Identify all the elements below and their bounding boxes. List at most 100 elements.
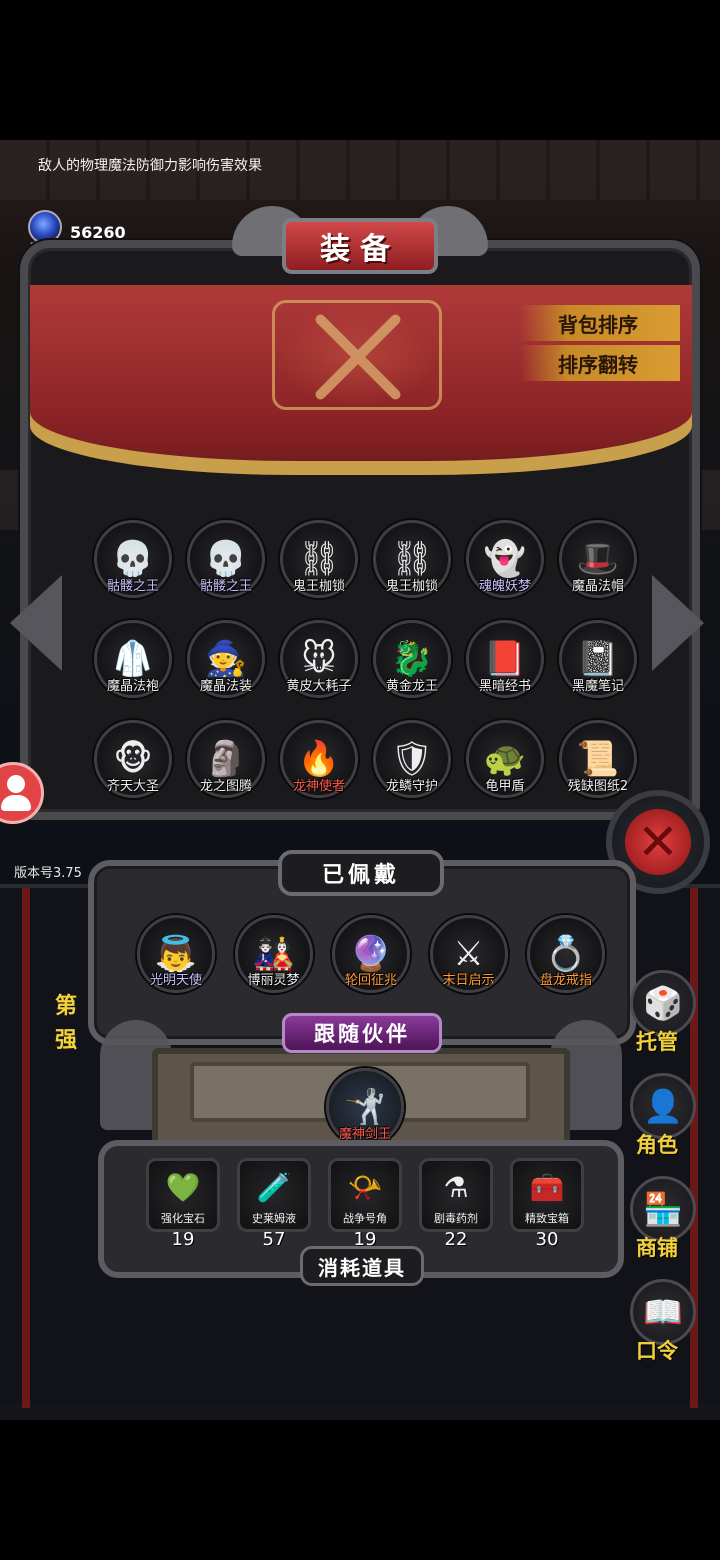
item-icon: 🐉 — [390, 639, 434, 679]
equipment-slot[interactable]: ⛓ 鬼王枷锁 — [373, 520, 451, 598]
consumable-label: 战争号角 — [343, 1212, 387, 1225]
item-label: 末日启示 — [442, 973, 495, 988]
side-menu-icon: 🏪 — [643, 1190, 683, 1228]
consumable-label: 剧毒药剂 — [434, 1212, 478, 1225]
item-label: 魂魄妖梦 — [478, 579, 531, 594]
item-label: 黄皮大耗子 — [286, 679, 352, 694]
user-icon — [7, 775, 25, 793]
frame-edge — [690, 888, 698, 1408]
item-icon: 💍 — [544, 934, 588, 974]
equipment-slot[interactable]: 🔥 龙神使者 — [280, 720, 358, 798]
item-label: 龙鳞守护 — [385, 779, 438, 794]
item-label: 鬼王枷锁 — [292, 579, 345, 594]
item-icon: 🛡 — [390, 739, 434, 779]
item-icon: 📜 — [576, 739, 620, 779]
hint-text: 敌人的物理魔法防御力影响伤害效果 — [38, 158, 262, 174]
side-menu-label: 托管 — [636, 1030, 678, 1054]
equipment-slot[interactable]: 🧙 魔晶法装 — [187, 620, 265, 698]
sword-king-icon: 🤺 — [343, 1087, 387, 1127]
equipment-slot[interactable]: 🥼 魔晶法袍 — [94, 620, 172, 698]
bottom-black-bar — [0, 1420, 720, 1560]
side-text-1: 第 — [55, 994, 78, 1019]
item-icon: 📓 — [576, 639, 620, 679]
consumable-slot[interactable]: 🧰 精致宝箱 30 — [510, 1158, 584, 1250]
item-label: 骷髅之王 — [199, 579, 252, 594]
equipment-slot[interactable]: 📜 残缺图纸2 — [559, 720, 637, 798]
consumable-slot[interactable]: 💚 强化宝石 19 — [146, 1158, 220, 1250]
item-icon: 👻 — [483, 539, 527, 579]
equipment-slot[interactable]: 👻 魂魄妖梦 — [466, 520, 544, 598]
equipment-slot[interactable]: 👼 光明天使 — [137, 915, 215, 993]
item-label: 龙神使者 — [292, 779, 345, 794]
item-icon: 📕 — [483, 639, 527, 679]
item-icon: 💀 — [111, 539, 155, 579]
equipment-slot[interactable]: 🐉 黄金龙王 — [373, 620, 451, 698]
equipment-slot[interactable]: 🐢 龟甲盾 — [466, 720, 544, 798]
side-menu-label: 角色 — [636, 1133, 678, 1157]
prev-page-arrow-icon[interactable] — [10, 575, 62, 671]
equipment-slot[interactable]: 🎎 博丽灵梦 — [234, 915, 313, 993]
equipped-row: 👼 光明天使 🎎 博丽灵梦 🔮 轮回征兆 ⚔ 末日启示 💍 盘龙戒指 — [137, 915, 605, 993]
item-label: 黄金龙王 — [385, 679, 438, 694]
side-menu-icon: 👤 — [643, 1087, 683, 1125]
side-menu-icon: 🎲 — [643, 984, 683, 1022]
item-icon: ⛓ — [297, 539, 341, 579]
consumable-count: 22 — [444, 1229, 468, 1250]
item-icon: 🗿 — [204, 739, 248, 779]
consumable-count: 30 — [535, 1229, 559, 1250]
item-icon: 🐭 — [301, 639, 337, 679]
equipment-slot[interactable]: 🛡 龙鳞守护 — [373, 720, 451, 798]
equipment-slot[interactable]: 🔮 轮回征兆 — [332, 915, 410, 993]
consumables-title: 消耗道具 — [300, 1246, 424, 1286]
version-label: 版本号3.75 — [14, 866, 82, 881]
consumable-icon: ⚗ — [443, 1170, 469, 1204]
equipment-slot[interactable]: 🐭 黄皮大耗子 — [280, 620, 358, 698]
consumable-label: 强化宝石 — [161, 1212, 205, 1225]
equipment-slot[interactable]: 📕 黑暗经书 — [466, 620, 544, 698]
item-label: 黑暗经书 — [478, 679, 531, 694]
equipment-slot[interactable]: 🐵 齐天大圣 — [94, 720, 172, 798]
item-label: 博丽灵梦 — [247, 973, 300, 988]
item-label: 龙之图腾 — [199, 779, 252, 794]
side-menu-icon: 📖 — [643, 1293, 683, 1331]
equipment-slot[interactable]: 💀 骷髅之王 — [94, 520, 172, 598]
item-icon: 🔥 — [297, 739, 341, 779]
page-title: 装备 — [282, 218, 438, 274]
item-icon: ⛓ — [390, 539, 434, 579]
equipment-slot[interactable]: 💀 骷髅之王 — [187, 520, 265, 598]
equipment-slot[interactable]: 📓 黑魔笔记 — [559, 620, 637, 698]
item-label: 齐天大圣 — [106, 779, 159, 794]
equipment-slot[interactable]: ⚔ 末日启示 — [429, 915, 508, 993]
item-icon: 🎩 — [576, 539, 620, 579]
item-icon: 🧙 — [204, 639, 248, 679]
equipment-slot[interactable]: 🗿 龙之图腾 — [187, 720, 265, 798]
companion-slot[interactable]: 🤺 魔神剑王 — [326, 1068, 404, 1146]
frame-edge — [22, 888, 30, 1408]
consumable-count: 19 — [171, 1229, 195, 1250]
item-icon: 🔮 — [349, 934, 393, 974]
side-menu-label: 商铺 — [636, 1236, 678, 1260]
consumable-slot[interactable]: 📯 战争号角 19 — [328, 1158, 402, 1250]
equipment-slot[interactable]: 🎩 魔晶法帽 — [559, 520, 637, 598]
item-label: 魔晶法袍 — [106, 679, 159, 694]
equipment-slot[interactable]: ⛓ 鬼王枷锁 — [280, 520, 358, 598]
item-icon: 💀 — [204, 539, 248, 579]
consumable-icon: 💚 — [165, 1170, 201, 1204]
consumables-row: 💚 强化宝石 19 🧪 史莱姆液 57 📯 战争号角 19 ⚗ 剧毒药剂 22 🧰 精致宝箱 30 — [146, 1158, 584, 1250]
consumable-icon: 📯 — [347, 1170, 383, 1204]
equipment-slot[interactable]: 💍 盘龙戒指 — [527, 915, 605, 993]
top-black-bar — [0, 0, 720, 140]
item-label: 残缺图纸2 — [567, 779, 629, 794]
item-icon: ⚔ — [453, 934, 484, 974]
item-label: 光明天使 — [149, 973, 202, 988]
consumable-slot[interactable]: 🧪 史莱姆液 57 — [237, 1158, 311, 1250]
item-icon: 🥼 — [111, 639, 155, 679]
consumable-slot[interactable]: ⚗ 剧毒药剂 22 — [419, 1158, 493, 1250]
item-icon: 🎎 — [252, 934, 295, 974]
consumable-label: 精致宝箱 — [525, 1212, 569, 1225]
next-page-arrow-icon[interactable] — [652, 575, 704, 671]
sort-reverse-button[interactable]: 排序翻转 — [520, 345, 680, 381]
consumable-icon: 🧰 — [529, 1170, 565, 1204]
item-icon: 🐢 — [483, 739, 527, 779]
bag-sort-button[interactable]: 背包排序 — [520, 305, 680, 341]
